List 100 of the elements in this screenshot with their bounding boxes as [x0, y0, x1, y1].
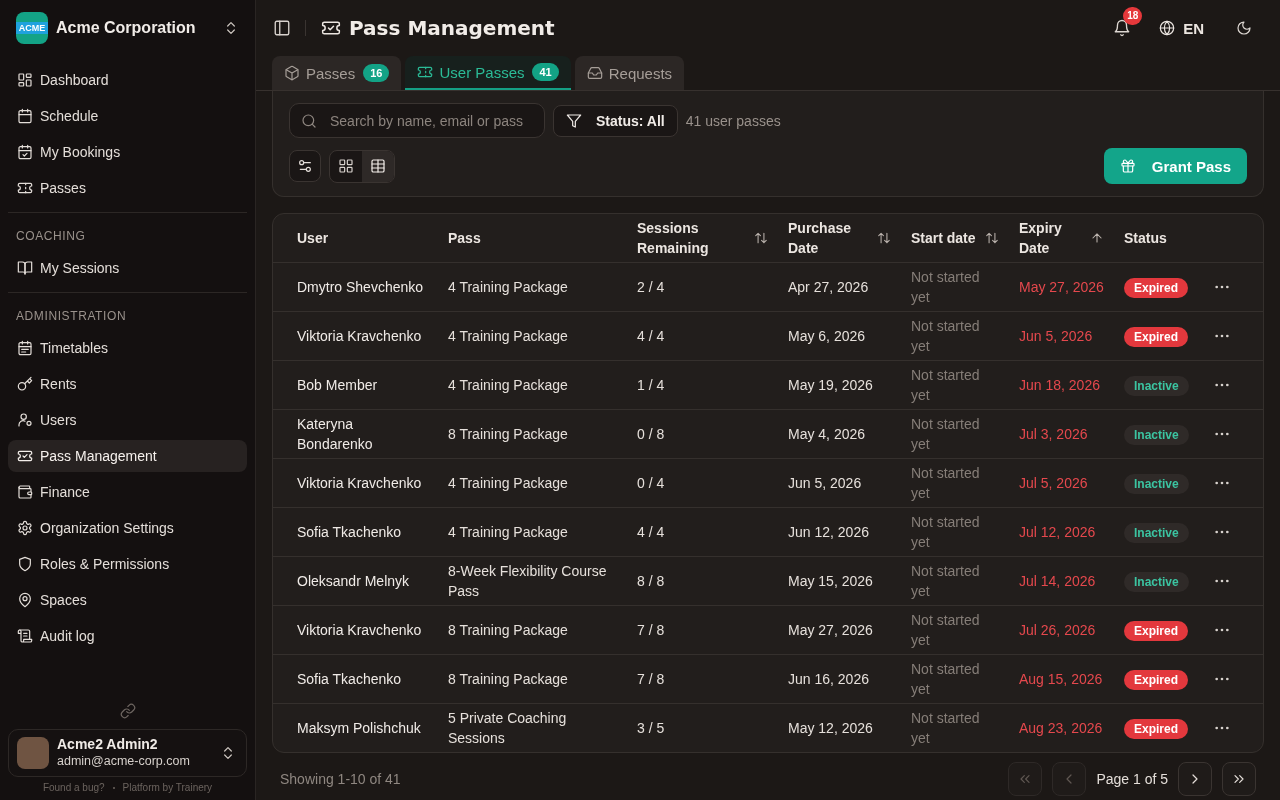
sidebar-item[interactable]: Finance — [8, 476, 247, 508]
sidebar-item[interactable]: Dashboard — [8, 64, 247, 96]
status-badge: Expired — [1124, 718, 1188, 739]
user-name-cell: Sofia Tkachenko — [273, 507, 436, 557]
purchase-date-cell: May 4, 2026 — [776, 409, 899, 459]
count-badge: 41 — [532, 63, 559, 81]
filter-icon — [566, 112, 582, 129]
scroll-icon — [17, 628, 33, 644]
settings-icon — [17, 520, 33, 536]
tab[interactable]: User Passes 41 — [405, 56, 571, 90]
sessions-remaining-cell: 4 / 4 — [625, 507, 776, 557]
expiry-date-cell: Jun 18, 2026 — [1007, 360, 1112, 410]
sort-icon[interactable] — [754, 231, 768, 245]
user-name-cell: Sofia Tkachenko — [273, 654, 436, 704]
sidebar-item[interactable]: Schedule — [8, 100, 247, 132]
expiry-date-cell: Aug 23, 2026 — [1007, 703, 1112, 752]
shield-icon — [17, 556, 33, 572]
sidebar-item[interactable]: Rents — [8, 368, 247, 400]
status-badge: Inactive — [1124, 571, 1189, 592]
ticket-icon — [17, 180, 33, 196]
status-badge: Inactive — [1124, 522, 1189, 543]
dashboard-grid-icon — [17, 72, 33, 88]
user-name-cell: Dmytro Shevchenko — [273, 262, 436, 312]
user-name-cell: Kateryna Bondarenko — [273, 409, 436, 459]
calendar-icon — [17, 108, 33, 124]
organization-name[interactable]: Acme Corporation — [56, 19, 215, 37]
purchase-date-cell: Jun 16, 2026 — [776, 654, 899, 704]
sessions-remaining-cell: 2 / 4 — [625, 262, 776, 312]
expiry-date-cell: Jul 3, 2026 — [1007, 409, 1112, 459]
column-header: Start date — [911, 229, 976, 248]
purchase-date-cell: Jun 12, 2026 — [776, 507, 899, 557]
status-badge: Expired — [1124, 277, 1188, 298]
filter-settings-button[interactable] — [289, 150, 321, 182]
start-date-cell: Not started yet — [899, 654, 1007, 704]
user-name-cell: Viktoria Kravchenko — [273, 605, 436, 655]
column-header: Status — [1124, 229, 1167, 248]
expiry-date-cell: Jul 26, 2026 — [1007, 605, 1112, 655]
expiry-date-cell: Aug 15, 2026 — [1007, 654, 1112, 704]
sidebar-item[interactable]: Users — [8, 404, 247, 436]
sort-ascending-icon[interactable] — [1090, 231, 1104, 245]
start-date-cell: Not started yet — [899, 360, 1007, 410]
notification-badge: 18 — [1123, 7, 1143, 25]
user-icon — [17, 412, 33, 428]
sidebar-item[interactable]: Timetables — [8, 332, 247, 364]
expiry-date-cell: Jun 5, 2026 — [1007, 311, 1112, 361]
calendar-check-icon — [17, 144, 33, 160]
pass-name-cell: 8-Week Flexibility Course Pass — [436, 556, 625, 606]
sidebar-item[interactable]: Pass Management — [8, 440, 247, 472]
status-badge: Inactive — [1124, 375, 1189, 396]
user-name-cell: Oleksandr Melnyk — [273, 556, 436, 606]
table-view-button[interactable] — [362, 150, 394, 182]
ticket-icon — [417, 64, 434, 80]
column-header: Expiry Date — [1019, 219, 1063, 258]
moon-icon[interactable] — [1236, 20, 1252, 36]
key-icon — [17, 376, 33, 392]
tab[interactable]: Passes 16 — [272, 56, 402, 90]
start-date-cell: Not started yet — [899, 605, 1007, 655]
calendar-list-icon — [17, 340, 33, 356]
page-title: Pass Management — [349, 16, 555, 40]
start-date-cell: Not started yet — [899, 262, 1007, 312]
last-page-button[interactable] — [1222, 762, 1256, 796]
tab[interactable]: Requests — [574, 56, 685, 90]
gift-icon — [1119, 158, 1136, 174]
sidebar-item[interactable]: My Bookings — [8, 136, 247, 168]
pass-name-cell: 8 Training Package — [436, 654, 625, 704]
user-menu-button[interactable]: Acme2 Admin2 admin@acme-corp.com — [8, 729, 247, 777]
search-field[interactable]: Search by name, email or pass — [289, 103, 545, 138]
start-date-cell: Not started yet — [899, 409, 1007, 459]
sessions-remaining-cell: 8 / 8 — [625, 556, 776, 606]
sidebar-item[interactable]: Organization Settings — [8, 512, 247, 544]
sidebar-item[interactable]: My Sessions — [8, 252, 247, 284]
table-icon — [370, 158, 386, 174]
wallet-icon — [17, 484, 33, 500]
sidebar-item[interactable]: Audit log — [8, 620, 247, 652]
grid-icon — [338, 158, 354, 174]
next-page-button[interactable] — [1178, 762, 1212, 796]
sort-icon[interactable] — [877, 231, 891, 245]
sidebar-item[interactable]: Roles & Permissions — [8, 548, 247, 580]
sidebar-toggle-icon[interactable] — [273, 19, 291, 37]
purchase-date-cell: May 6, 2026 — [776, 311, 899, 361]
purchase-date-cell: Jun 5, 2026 — [776, 458, 899, 508]
book-icon — [17, 260, 33, 276]
sessions-remaining-cell: 0 / 4 — [625, 458, 776, 508]
sort-icon[interactable] — [985, 231, 999, 245]
pass-name-cell: 4 Training Package — [436, 507, 625, 557]
sessions-remaining-cell: 1 / 4 — [625, 360, 776, 410]
column-header: User — [297, 229, 329, 248]
pass-name-cell: 5 Private Coaching Sessions — [436, 703, 625, 752]
bell-icon[interactable] — [1113, 19, 1132, 37]
ticket-check-icon — [17, 448, 33, 464]
sidebar-item[interactable]: Spaces — [8, 584, 247, 616]
sidebar-item[interactable]: Passes — [8, 172, 247, 204]
pass-name-cell: 4 Training Package — [436, 311, 625, 361]
link-icon[interactable] — [119, 703, 136, 719]
sessions-remaining-cell: 4 / 4 — [625, 311, 776, 361]
start-date-cell: Not started yet — [899, 458, 1007, 508]
status-filter-button[interactable]: Status: All — [553, 104, 678, 137]
expiry-date-cell: Jul 14, 2026 — [1007, 556, 1112, 606]
language-button[interactable]: EN — [1159, 19, 1204, 37]
section-heading: ADMINISTRATION — [15, 308, 128, 324]
